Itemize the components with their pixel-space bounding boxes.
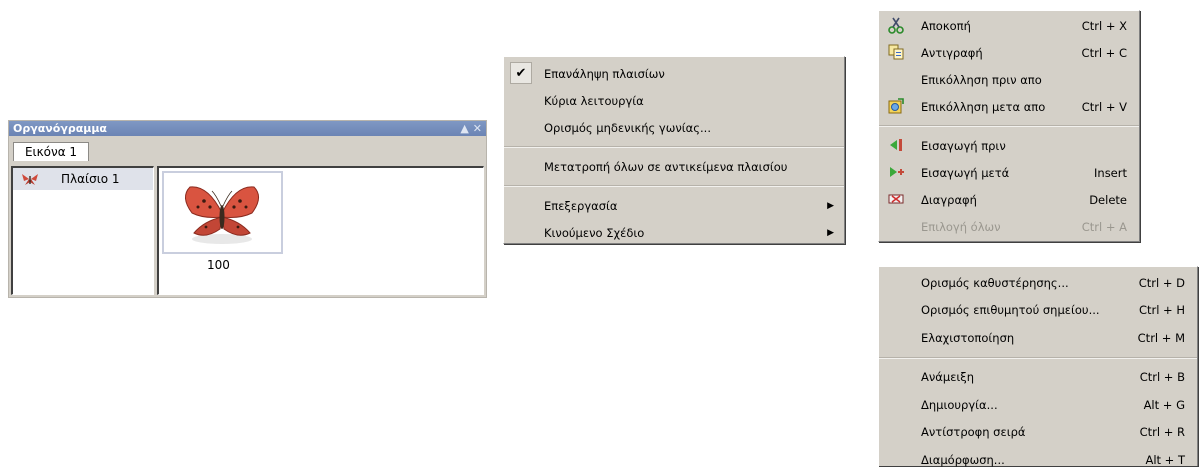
menu-item-delete[interactable]: Διαγραφή Delete (879, 186, 1139, 213)
menu-item-select-all: Επιλογή όλων Ctrl + A (879, 213, 1139, 240)
scissors-icon (888, 17, 904, 34)
menu-separator (879, 125, 1139, 127)
thumbnail-caption: 100 (207, 258, 230, 272)
edit-submenu: Αποκοπή Ctrl + X Αντιγραφή Ctrl + C Επικ… (878, 10, 1140, 242)
menu-item-label: Δημιουργία... (921, 397, 998, 412)
menu-item-insert-after[interactable]: Εισαγωγή μετά Insert (879, 159, 1139, 186)
panel-title: Οργανόγραμμα (13, 122, 107, 135)
frame-thumbnail[interactable] (162, 171, 283, 254)
menu-item-label: Αντίστροφη σειρά (921, 425, 1026, 440)
menu-item-configure[interactable]: Διαμόρφωση... Alt + T (879, 446, 1197, 474)
menu-item-blend[interactable]: Ανάμειξη Ctrl + B (879, 364, 1197, 392)
menu-item-label: Μετατροπή όλων σε αντικείμενα πλαισίου (544, 159, 788, 174)
butterfly-icon (22, 174, 38, 185)
menu-item-shortcut: Delete (1089, 192, 1127, 207)
menu-item-shortcut: Ctrl + R (1139, 425, 1185, 440)
menu-item-label: Επιλογή όλων (921, 219, 1001, 234)
insert-after-icon (890, 167, 904, 177)
menu-item-label: Επικόλληση μετα απο (921, 99, 1046, 114)
frame-list-item[interactable]: Πλαίσιο 1 (13, 168, 153, 190)
menu-item-shortcut: Ctrl + V (1081, 99, 1127, 114)
frame-context-menu: ✔ Επανάληψη πλαισίων Κύρια λειτουργία Ορ… (503, 56, 845, 244)
submenu-arrow-icon: ▶ (827, 227, 834, 238)
menu-item-shortcut: Ctrl + C (1081, 45, 1127, 60)
paste-after-icon (888, 98, 904, 114)
checkmark-icon: ✔ (510, 62, 532, 84)
menu-item-paste-before[interactable]: Επικόλληση πριν απο (879, 66, 1139, 93)
menu-item-convert-all[interactable]: Μετατροπή όλων σε αντικείμενα πλαισίου (504, 153, 844, 180)
menu-item-insert-before[interactable]: Εισαγωγή πριν (879, 132, 1139, 159)
insert-before-icon (890, 139, 902, 151)
tab-image-1[interactable]: Εικόνα 1 (13, 142, 89, 161)
organigram-panel: Οργανόγραμμα ▲ ✕ Εικόνα 1 Πλαίσιο 1 100 (8, 120, 487, 298)
menu-item-cut[interactable]: Αποκοπή Ctrl + X (879, 12, 1139, 39)
menu-item-shortcut: Ctrl + A (1081, 219, 1127, 234)
close-icon[interactable]: ✕ (473, 122, 482, 135)
menu-item-label: Επεξεργασία (544, 198, 618, 213)
menu-item-paste-after[interactable]: Επικόλληση μετα απο Ctrl + V (879, 93, 1139, 120)
menu-item-label: Επικόλληση πριν απο (921, 72, 1042, 87)
menu-item-label: Επανάληψη πλαισίων (544, 66, 665, 81)
panel-title-bar: Οργανόγραμμα ▲ ✕ (9, 121, 486, 136)
menu-item-shortcut: Ctrl + M (1137, 330, 1185, 345)
submenu-arrow-icon: ▶ (827, 200, 834, 211)
menu-item-label: Ορισμός καθυστέρησης... (921, 275, 1069, 290)
menu-separator (504, 146, 844, 148)
menu-item-minimize[interactable]: Ελαχιστοποίηση Ctrl + M (879, 324, 1197, 352)
menu-item-label: Αποκοπή (921, 18, 971, 33)
menu-item-label: Ορισμός επιθυμητού σημείου... (921, 303, 1100, 318)
menu-item-shortcut: Insert (1094, 165, 1127, 180)
menu-item-main-function[interactable]: Κύρια λειτουργία (504, 87, 844, 114)
collapse-icon[interactable]: ▲ (460, 122, 468, 135)
menu-item-copy[interactable]: Αντιγραφή Ctrl + C (879, 39, 1139, 66)
menu-item-shortcut: Alt + T (1145, 452, 1185, 467)
menu-item-label: Ελαχιστοποίηση (921, 330, 1015, 345)
menu-item-label: Ορισμός μηδενικής γωνίας... (544, 120, 711, 135)
menu-separator (504, 185, 844, 187)
menu-item-set-delay[interactable]: Ορισμός καθυστέρησης... Ctrl + D (879, 269, 1197, 297)
butterfly-image (185, 186, 259, 244)
menu-item-reverse-order[interactable]: Αντίστροφη σειρά Ctrl + R (879, 419, 1197, 447)
menu-item-set-hotspot[interactable]: Ορισμός επιθυμητού σημείου... Ctrl + H (879, 297, 1197, 325)
frame-label: Πλαίσιο 1 (61, 172, 120, 186)
menu-item-set-zero-angle[interactable]: Ορισμός μηδενικής γωνίας... (504, 114, 844, 141)
menu-item-shortcut: Alt + G (1143, 397, 1185, 412)
menu-item-label: Κύρια λειτουργία (544, 93, 644, 108)
menu-item-label: Κινούμενο Σχέδιο (544, 225, 645, 240)
menu-item-shortcut: Ctrl + B (1139, 370, 1185, 385)
copy-icon (888, 44, 904, 60)
menu-item-label: Εισαγωγή πριν (921, 138, 1006, 153)
animation-submenu: Ορισμός καθυστέρησης... Ctrl + D Ορισμός… (878, 266, 1198, 467)
frame-list[interactable]: Πλαίσιο 1 (11, 166, 154, 295)
delete-icon (888, 194, 904, 204)
menu-item-shortcut: Ctrl + D (1138, 275, 1185, 290)
menu-item-shortcut: Ctrl + X (1081, 18, 1127, 33)
menu-item-repeat-frames[interactable]: ✔ Επανάληψη πλαισίων (504, 60, 844, 87)
menu-item-generate[interactable]: Δημιουργία... Alt + G (879, 391, 1197, 419)
menu-item-shortcut: Ctrl + H (1138, 303, 1185, 318)
menu-item-animation-submenu[interactable]: Κινούμενο Σχέδιο ▶ (504, 219, 844, 246)
frame-view[interactable]: 100 (157, 166, 484, 295)
menu-item-edit-submenu[interactable]: Επεξεργασία ▶ (504, 192, 844, 219)
menu-item-label: Διαμόρφωση... (921, 452, 1005, 467)
menu-item-label: Διαγραφή (921, 192, 977, 207)
menu-item-label: Ανάμειξη (921, 370, 974, 385)
menu-item-label: Αντιγραφή (921, 45, 983, 60)
menu-item-label: Εισαγωγή μετά (921, 165, 1010, 180)
menu-separator (879, 356, 1197, 359)
